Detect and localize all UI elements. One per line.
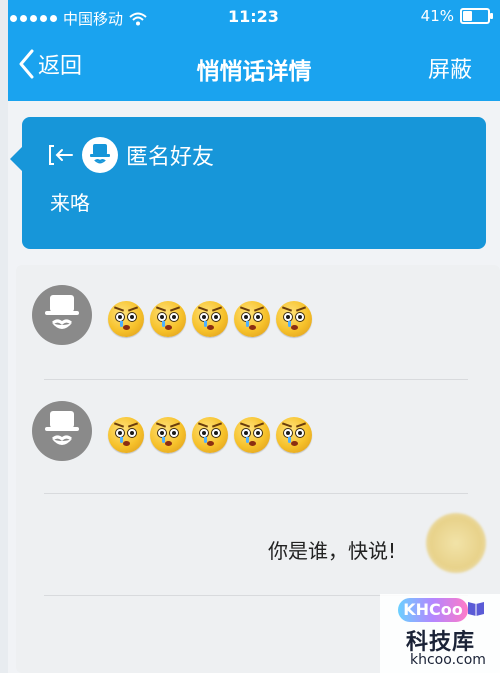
divider: [44, 379, 468, 380]
status-left: 中国移动: [10, 8, 147, 29]
anonymous-avatar-icon: [32, 285, 92, 345]
top-bar: 中国移动 11:23 41% 返回 悄悄话详情 屏蔽: [8, 0, 500, 101]
screen: 中国移动 11:23 41% 返回 悄悄话详情 屏蔽 匿名好友 来咯 你是谁，快…: [0, 0, 500, 673]
emoji-group: [108, 301, 312, 337]
carrier-label: 中国移动: [63, 10, 124, 28]
angry-face-emoji-icon: [276, 301, 312, 337]
angry-face-emoji-icon: [192, 301, 228, 337]
whisper-card: 匿名好友 来咯: [10, 117, 486, 249]
angry-face-emoji-icon: [192, 417, 228, 453]
status-right: 41%: [420, 7, 493, 25]
watermark: KHCoo 科技库 khcoo.com: [380, 594, 500, 673]
battery-icon: [460, 8, 493, 24]
anonymous-avatar-icon: [32, 401, 92, 461]
angry-face-emoji-icon: [234, 417, 270, 453]
angry-face-emoji-icon: [108, 417, 144, 453]
emoji-group: [108, 417, 312, 453]
watermark-url: khcoo.com: [410, 652, 486, 668]
battery-percent: 41%: [420, 7, 454, 25]
page-title: 悄悄话详情: [196, 59, 312, 85]
angry-face-emoji-icon: [150, 301, 186, 337]
status-bar: 中国移动 11:23 41%: [8, 0, 500, 34]
reply-text: 你是谁，快说!: [267, 539, 396, 563]
card-message: 来咯: [50, 191, 90, 215]
wifi-icon: [129, 12, 147, 25]
divider: [44, 493, 468, 494]
sender-name: 匿名好友: [126, 145, 215, 170]
angry-face-emoji-icon: [108, 301, 144, 337]
angry-face-emoji-icon: [150, 417, 186, 453]
anonymous-avatar-icon: [82, 137, 118, 173]
nav-bar: 返回 悄悄话详情 屏蔽: [8, 34, 500, 101]
watermark-logo: KHCoo: [398, 598, 468, 622]
card-header: 匿名好友: [48, 137, 214, 173]
book-icon: [468, 602, 484, 616]
status-time: 11:23: [228, 7, 279, 26]
block-button[interactable]: 屏蔽: [428, 52, 472, 84]
app-window: 中国移动 11:23 41% 返回 悄悄话详情 屏蔽 匿名好友 来咯 你是谁，快…: [8, 0, 500, 673]
exit-icon: [49, 145, 73, 165]
signal-icon: [10, 15, 57, 22]
angry-face-emoji-icon: [276, 417, 312, 453]
blurred-avatar: [426, 513, 486, 573]
angry-face-emoji-icon: [234, 301, 270, 337]
